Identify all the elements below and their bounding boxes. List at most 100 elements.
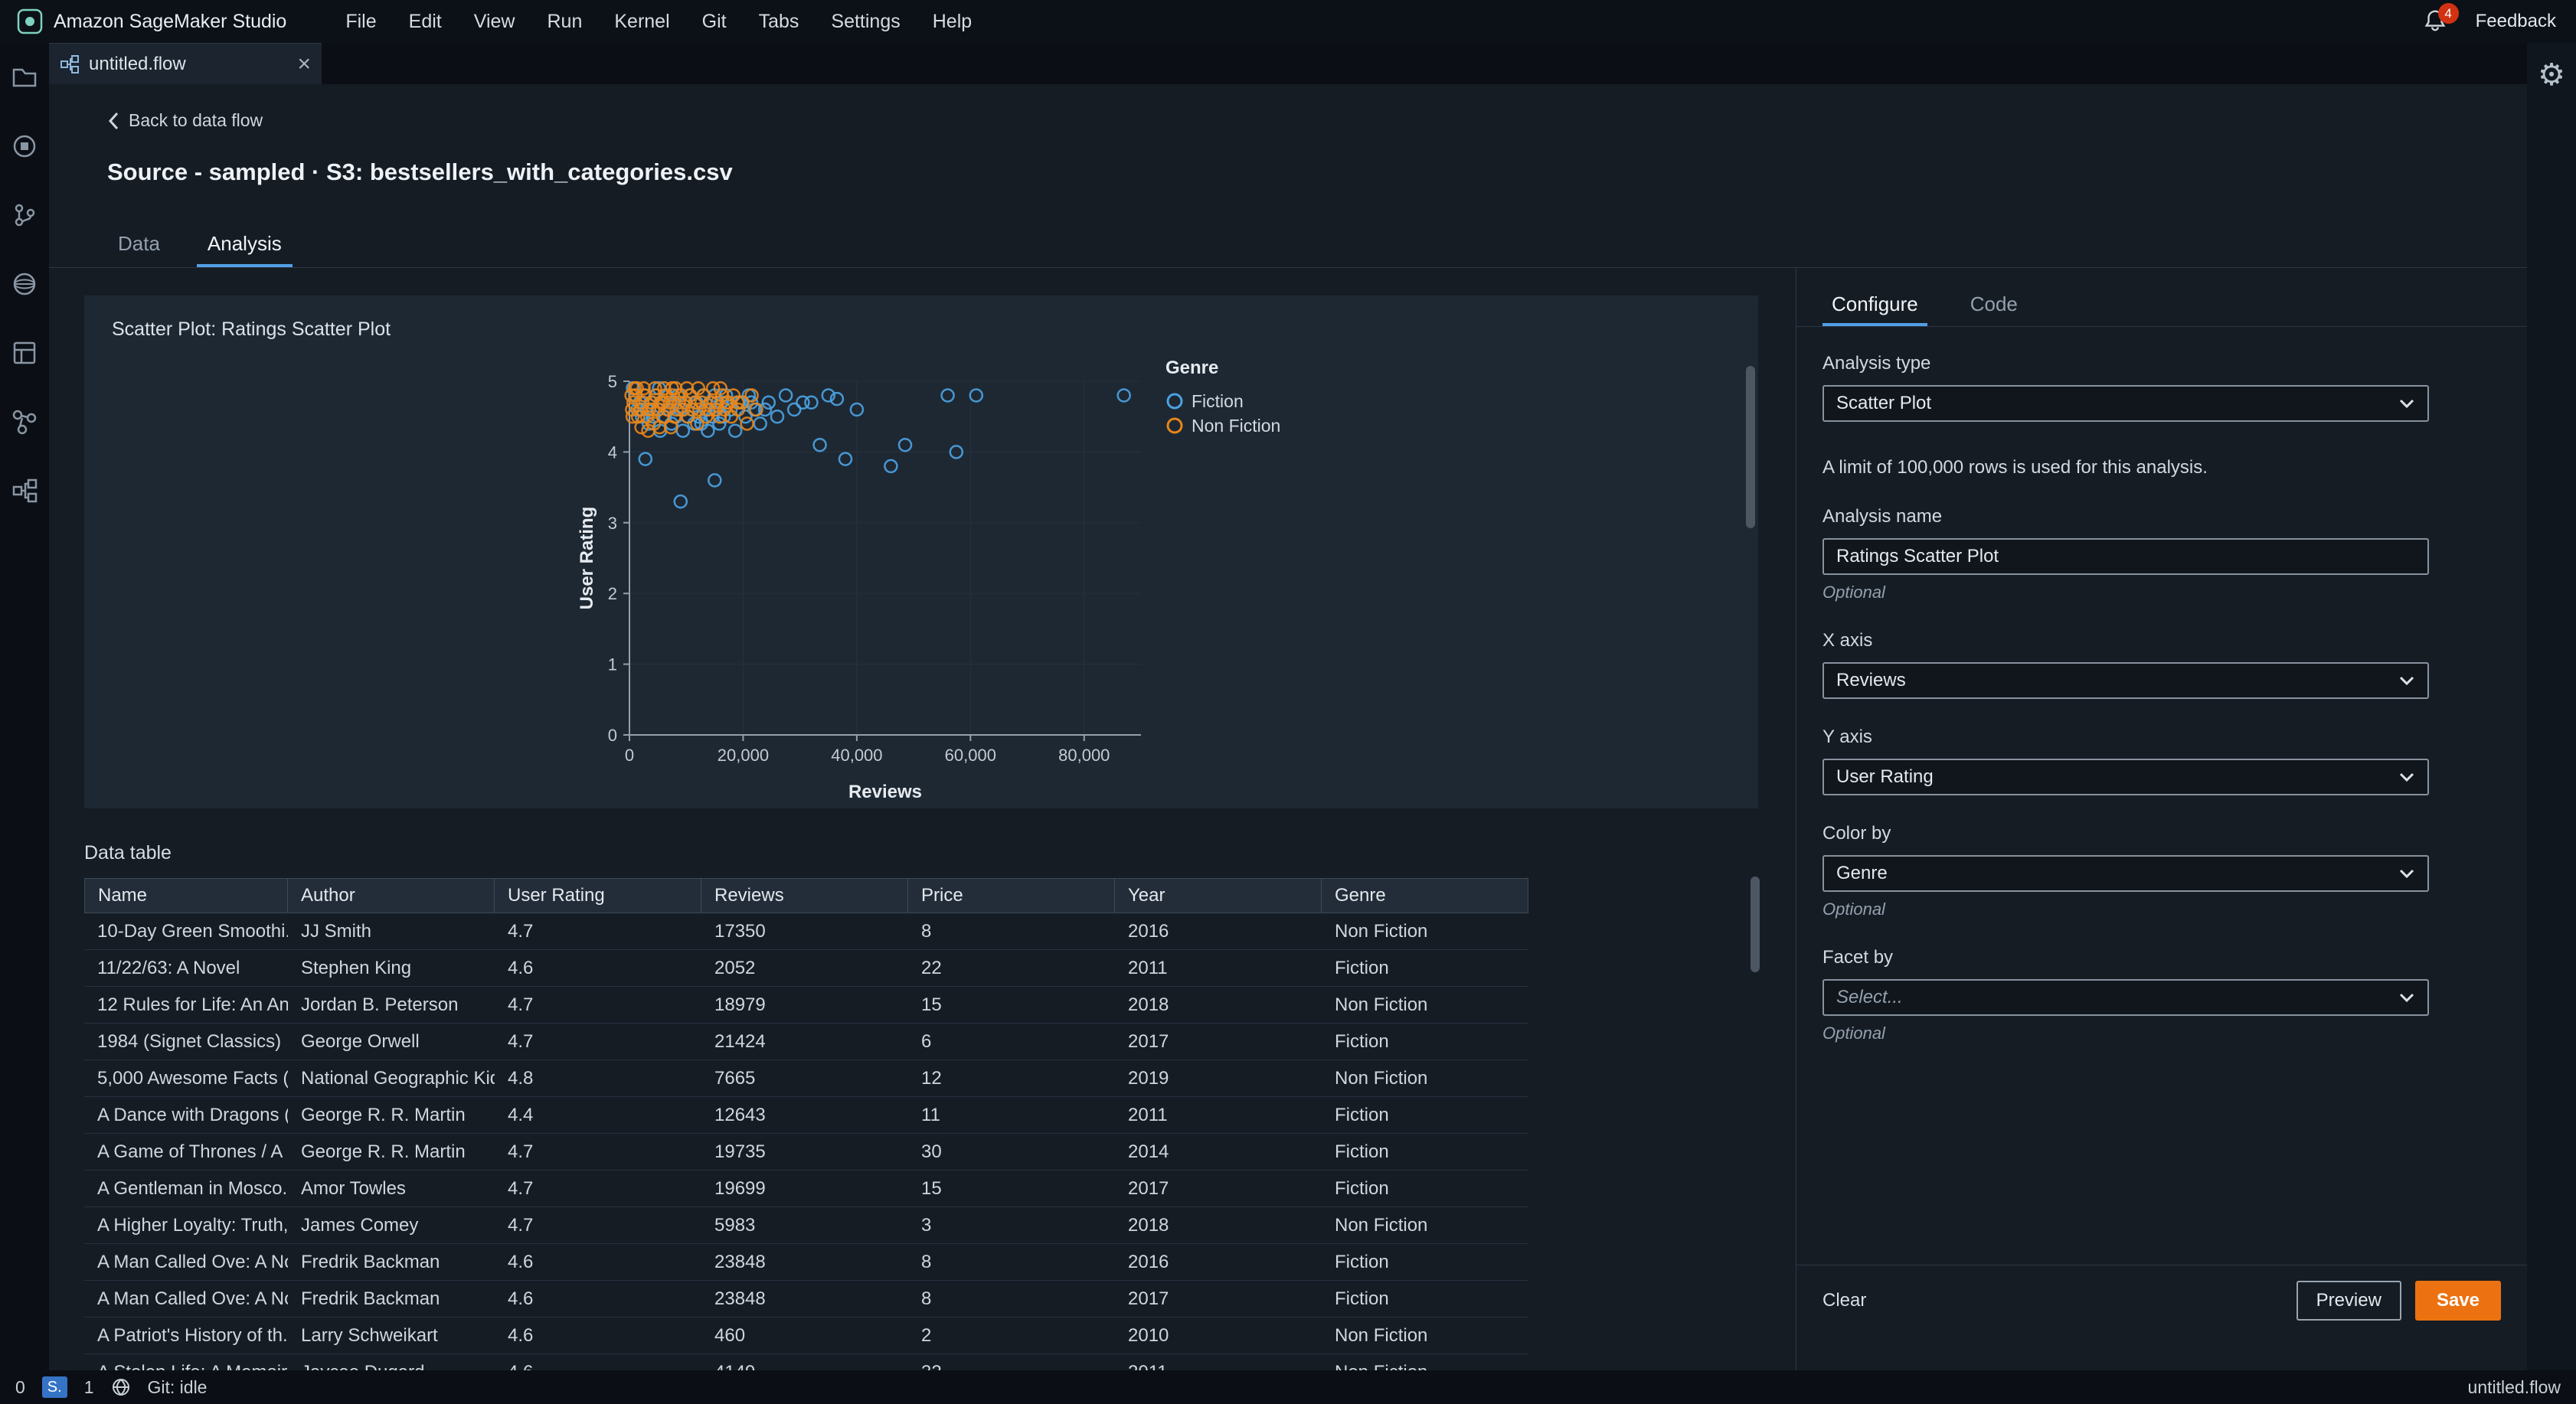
x-axis-value: Reviews bbox=[1836, 670, 1906, 691]
menu-tabs[interactable]: Tabs bbox=[743, 0, 816, 43]
y-axis-value: User Rating bbox=[1836, 766, 1934, 787]
config-form: Analysis type Scatter Plot A limit of 10… bbox=[1796, 327, 2527, 1265]
clear-button[interactable]: Clear bbox=[1822, 1281, 1866, 1321]
back-link-label: Back to data flow bbox=[129, 110, 263, 130]
table-row: A Man Called Ove: A No... Fredrik Backman… bbox=[84, 1281, 1528, 1317]
menu-help[interactable]: Help bbox=[917, 0, 988, 43]
globe-icon[interactable] bbox=[111, 1377, 131, 1397]
cell-price: 30 bbox=[921, 1141, 942, 1162]
cell-name: 12 Rules for Life: An An... bbox=[97, 994, 288, 1015]
tab-code[interactable]: Code bbox=[1961, 285, 2027, 326]
cell-genre: Non Fiction bbox=[1335, 920, 1428, 942]
table-row: 5,000 Awesome Facts (... National Geograp… bbox=[84, 1060, 1528, 1097]
cell-genre: Non Fiction bbox=[1322, 1354, 1528, 1371]
page-body: Scatter Plot: Ratings Scatter Plot 01234… bbox=[49, 268, 2527, 1370]
table-row: A Dance with Dragons (... George R. R. Ma… bbox=[84, 1097, 1528, 1134]
cell-year: 2011 bbox=[1128, 1104, 1168, 1125]
cell-author: George R. R. Martin bbox=[301, 1104, 466, 1125]
extensions-icon[interactable] bbox=[10, 338, 39, 367]
feedback-link[interactable]: Feedback bbox=[2476, 11, 2556, 32]
cell-name: A Man Called Ove: A No... bbox=[97, 1288, 288, 1309]
table-row: A Man Called Ove: A No... Fredrik Backman… bbox=[84, 1244, 1528, 1281]
tab-configure[interactable]: Configure bbox=[1822, 285, 1927, 326]
data-table-label: Data table bbox=[84, 842, 172, 864]
cell-user-rating: 4.6 bbox=[508, 1288, 534, 1309]
facet-by-select[interactable]: Select... bbox=[1822, 979, 2429, 1016]
cell-price: 3 bbox=[921, 1214, 932, 1236]
menu-run[interactable]: Run bbox=[531, 0, 598, 43]
cell-user-rating: 4.6 bbox=[508, 957, 534, 978]
git-status[interactable]: Git: idle bbox=[148, 1377, 208, 1398]
menu-settings[interactable]: Settings bbox=[815, 0, 916, 43]
status-filename: untitled.flow bbox=[2467, 1376, 2561, 1397]
preview-button[interactable]: Preview bbox=[2296, 1281, 2401, 1321]
central-column: untitled.flow × Back to data flow Source… bbox=[49, 43, 2527, 1370]
menu-edit[interactable]: Edit bbox=[393, 0, 458, 43]
tab-analysis[interactable]: Analysis bbox=[196, 223, 293, 267]
running-terminals-icon[interactable] bbox=[10, 132, 39, 161]
cell-year: 2017 bbox=[1128, 1030, 1169, 1052]
row-limit-note: A limit of 100,000 rows is used for this… bbox=[1822, 457, 2208, 478]
cell-price: 22 bbox=[921, 957, 942, 978]
analysis-type-label: Analysis type bbox=[1822, 353, 1931, 374]
main-column: Scatter Plot: Ratings Scatter Plot 01234… bbox=[49, 268, 1796, 1370]
middle-region: untitled.flow × Back to data flow Source… bbox=[0, 43, 2576, 1370]
config-tabs: Configure Code bbox=[1796, 268, 2527, 327]
table-row: A Gentleman in Mosco... Amor Towles 4.7 196… bbox=[84, 1171, 1528, 1207]
analysis-name-input[interactable] bbox=[1822, 538, 2429, 575]
x-axis-label: X axis bbox=[1822, 630, 1873, 651]
settings-gear-icon[interactable]: ⚙ bbox=[2538, 60, 2565, 1370]
pipelines-icon[interactable] bbox=[10, 407, 39, 436]
cell-name: A Stolen Life: A Memoir bbox=[84, 1354, 288, 1371]
cell-year: 2018 bbox=[1128, 994, 1169, 1015]
cell-user-rating: 4.6 bbox=[495, 1354, 701, 1371]
cell-name: A Patriot's History of th... bbox=[97, 1324, 288, 1346]
menu-file[interactable]: File bbox=[329, 0, 392, 43]
main-scrollbar[interactable] bbox=[1751, 877, 1760, 972]
cell-reviews: 460 bbox=[714, 1324, 746, 1346]
cell-year: 2018 bbox=[1128, 1214, 1169, 1236]
app-root: Amazon SageMaker Studio File Edit View Run K… bbox=[0, 0, 2576, 1404]
save-button[interactable]: Save bbox=[2414, 1281, 2501, 1321]
cell-price: 11 bbox=[921, 1104, 940, 1125]
cell-year: 2014 bbox=[1128, 1141, 1169, 1162]
cell-genre: Non Fiction bbox=[1335, 1324, 1428, 1346]
back-link[interactable]: Back to data flow bbox=[107, 110, 263, 131]
column-header-user-rating: User Rating bbox=[495, 878, 701, 913]
chevron-left-icon bbox=[108, 112, 119, 129]
color-by-select[interactable]: Genre bbox=[1822, 855, 2429, 892]
notifications-bell-icon[interactable]: 4 bbox=[2422, 3, 2459, 35]
cell-year: 2017 bbox=[1128, 1288, 1169, 1309]
svg-text:40,000: 40,000 bbox=[831, 746, 882, 765]
file-browser-icon[interactable] bbox=[10, 63, 39, 92]
data-flow-icon[interactable] bbox=[10, 476, 39, 505]
menu-kernel[interactable]: Kernel bbox=[598, 0, 685, 43]
menu-git[interactable]: Git bbox=[686, 0, 743, 43]
cell-author: George R. R. Martin bbox=[301, 1141, 466, 1162]
analysis-type-value: Scatter Plot bbox=[1836, 393, 1932, 413]
y-axis-select[interactable]: User Rating bbox=[1822, 759, 2429, 795]
view-tabs: Data Analysis bbox=[107, 223, 2527, 267]
cell-genre: Fiction bbox=[1335, 1141, 1389, 1162]
color-by-optional: Optional bbox=[1822, 900, 1885, 919]
menu-view[interactable]: View bbox=[458, 0, 531, 43]
cell-price: 12 bbox=[921, 1067, 942, 1089]
git-icon[interactable] bbox=[10, 201, 39, 230]
tab-untitled-flow[interactable]: untitled.flow × bbox=[49, 43, 322, 84]
cell-reviews: 19699 bbox=[714, 1177, 766, 1199]
svg-text:3: 3 bbox=[608, 514, 617, 533]
cell-user-rating: 4.7 bbox=[508, 1214, 534, 1236]
chevron-down-icon bbox=[2399, 869, 2414, 879]
cell-genre: Non Fiction bbox=[1335, 994, 1428, 1015]
cell-reviews: 17350 bbox=[714, 920, 766, 942]
close-icon[interactable]: × bbox=[297, 52, 311, 76]
analysis-type-select[interactable]: Scatter Plot bbox=[1822, 385, 2429, 422]
kernel-status-badge[interactable]: S. bbox=[41, 1376, 67, 1398]
tab-data[interactable]: Data bbox=[107, 223, 171, 267]
cell-reviews: 4149 bbox=[701, 1354, 908, 1371]
x-axis-select[interactable]: Reviews bbox=[1822, 662, 2429, 699]
table-row: 12 Rules for Life: An An... Jordan B. Pet… bbox=[84, 987, 1528, 1024]
clusters-icon[interactable] bbox=[10, 269, 39, 299]
cell-author: Fredrik Backman bbox=[301, 1288, 440, 1309]
chart-panel-scrollbar[interactable] bbox=[1746, 366, 1755, 528]
